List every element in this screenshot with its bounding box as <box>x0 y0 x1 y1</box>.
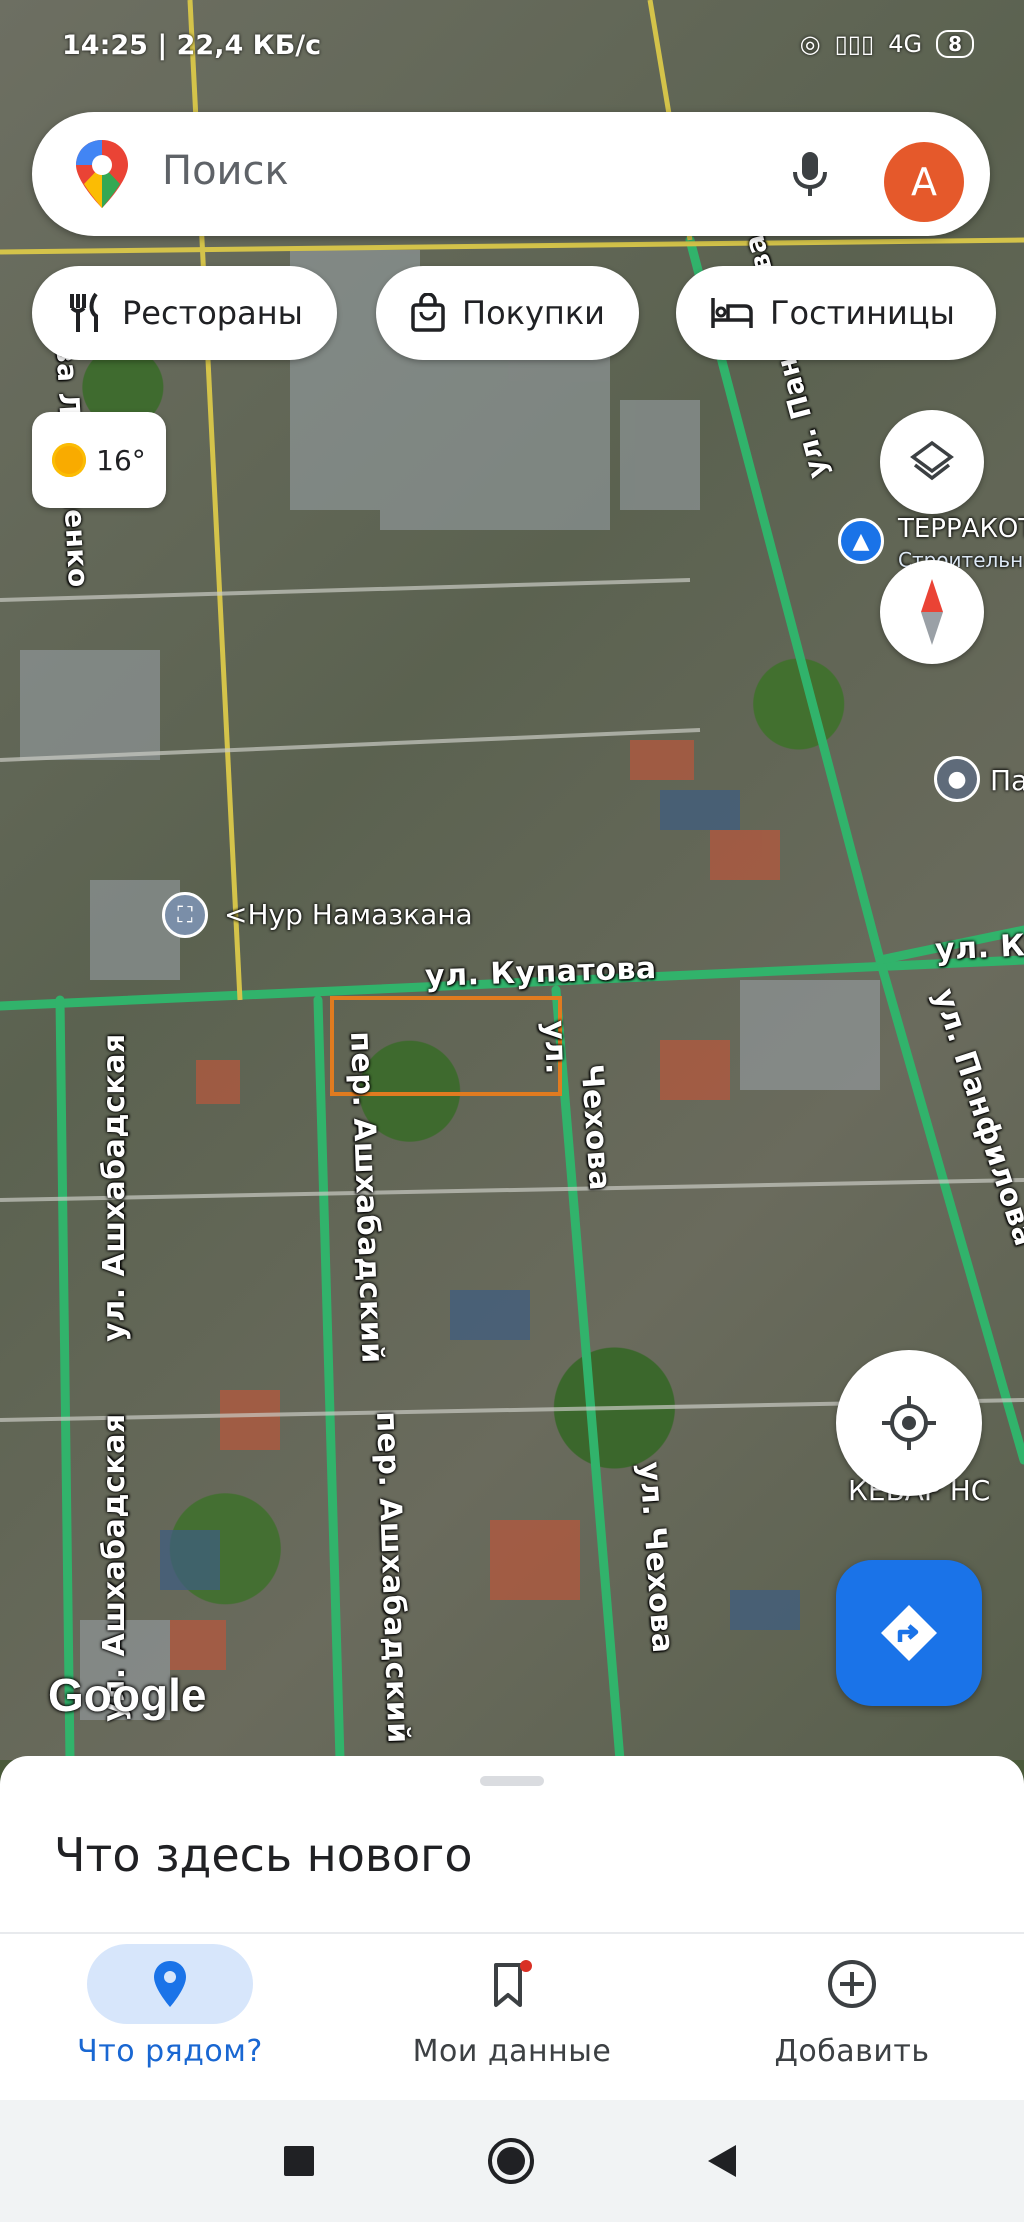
tab-contribute-pill <box>769 1944 935 2024</box>
my-location-crosshair-icon <box>882 1396 936 1450</box>
tab-explore[interactable]: Что рядом? <box>20 1934 320 2102</box>
square-recents-icon <box>284 2146 314 2176</box>
chip-shopping[interactable]: Покупки <box>376 266 639 360</box>
search-input[interactable]: Поиск <box>162 148 289 194</box>
tab-contribute-label: Добавить <box>774 2034 930 2069</box>
my-location-button[interactable] <box>836 1350 982 1496</box>
back-button[interactable] <box>694 2134 748 2188</box>
add-circle-icon <box>828 1960 876 2008</box>
microphone-icon[interactable] <box>790 150 830 198</box>
status-time: 14:25 <box>62 30 148 61</box>
tab-saved-pill <box>429 1944 595 2024</box>
street-label-ashkhabadskaya-top: ул. Ашхабадская <box>96 1033 132 1342</box>
search-bar[interactable]: Поиск A <box>32 112 990 236</box>
tab-saved[interactable]: Мои данные <box>362 1934 662 2102</box>
location-pin-icon <box>154 1961 186 2007</box>
status-indicators: ◎ ▯▯▯ 4G 8 <box>800 30 974 58</box>
system-navigation-bar <box>0 2100 1024 2222</box>
signal-icon: ▯▯▯ <box>834 30 875 58</box>
tab-explore-label: Что рядом? <box>77 2034 263 2069</box>
compass-button[interactable] <box>880 560 984 664</box>
street-label-chekhova-ul: ул. <box>536 1019 574 1076</box>
shopping-bag-icon <box>411 293 445 332</box>
chip-restaurants[interactable]: Рестораны <box>32 266 337 360</box>
bed-icon <box>711 298 753 328</box>
bottom-navigation: Что рядом? Мои данные Добавить <box>0 1932 1024 2102</box>
chip-restaurants-label: Рестораны <box>122 294 303 332</box>
status-time-speed: 14:25 | 22,4 КБ/с <box>62 30 322 61</box>
poi-label-mosque-text: Нур Намазкана <box>247 898 473 931</box>
sheet-drag-handle[interactable] <box>480 1776 544 1786</box>
layers-button[interactable] <box>880 410 984 514</box>
circle-home-icon <box>488 2138 534 2184</box>
network-type: 4G <box>888 30 923 58</box>
tab-explore-pill <box>87 1944 253 2024</box>
account-avatar[interactable]: A <box>884 142 964 222</box>
directions-icon <box>881 1605 937 1661</box>
triangle-back-icon <box>708 2145 736 2177</box>
bookmark-icon <box>494 1960 532 2007</box>
battery-icon: 8 <box>936 30 974 58</box>
status-speed: 22,4 КБ/с <box>176 30 322 61</box>
recents-button[interactable] <box>272 2134 326 2188</box>
directions-button[interactable] <box>836 1560 982 1706</box>
sun-icon <box>52 443 87 477</box>
weather-temp: 16° <box>96 443 146 477</box>
home-button[interactable] <box>484 2134 538 2188</box>
poi-label-pa[interactable]: Па <box>990 764 1024 797</box>
google-attribution: Google <box>48 1669 207 1721</box>
tab-contribute[interactable]: Добавить <box>702 1934 1002 2102</box>
layers-icon <box>910 440 954 481</box>
chip-hotels-label: Гостиницы <box>770 294 955 332</box>
mosque-pin-icon[interactable]: ⛶ <box>162 892 208 938</box>
poi-label-mosque[interactable]: <Нур Намазкана <box>224 898 473 931</box>
hardware-store-pin-icon[interactable]: ▲ <box>838 518 884 564</box>
weather-badge[interactable]: 16° <box>32 412 166 508</box>
compass-icon <box>921 579 943 645</box>
chip-shopping-label: Покупки <box>462 294 605 332</box>
street-label-ku-right: ул. Ку <box>934 927 1024 968</box>
poi-label-terrakot[interactable]: ТЕРРАКОТ <box>898 514 1024 544</box>
map-view[interactable]: кова Логвиненко ул. Панфилова ул. Панфил… <box>0 0 1024 1760</box>
sheet-title: Что здесь нового <box>54 1828 473 1882</box>
fork-knife-icon <box>70 292 98 332</box>
hotspot-icon: ◎ <box>799 30 821 58</box>
google-maps-logo-icon <box>76 140 128 208</box>
explore-sheet[interactable]: Что здесь нового <box>0 1756 1024 1932</box>
tab-saved-label: Мои данные <box>412 2034 612 2069</box>
place-pin-icon[interactable]: ● <box>934 756 980 802</box>
status-bar: 14:25 | 22,4 КБ/с ◎ ▯▯▯ 4G 8 <box>0 0 1024 96</box>
chip-hotels[interactable]: Гостиницы <box>676 266 996 360</box>
